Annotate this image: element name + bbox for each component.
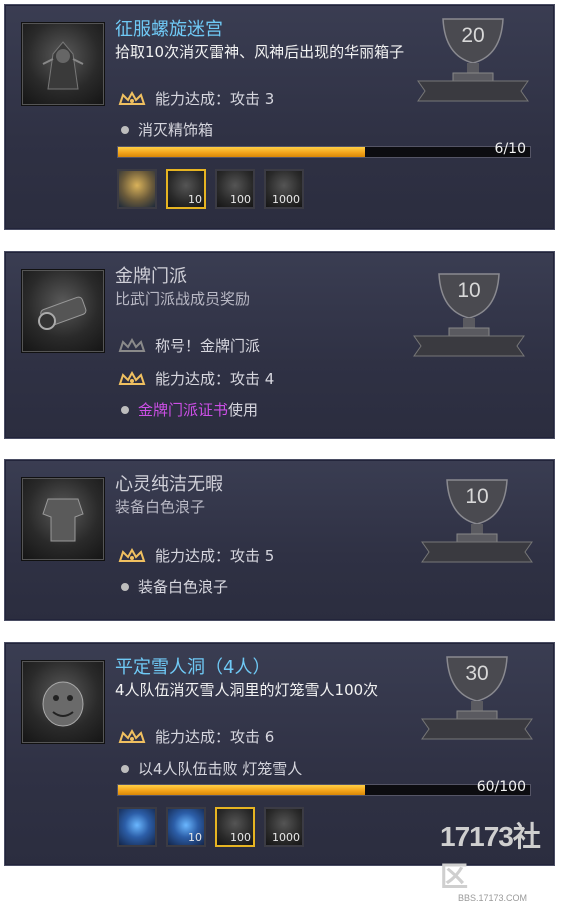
reward-tier-1[interactable] — [117, 169, 157, 209]
progress-bar: 60/100 — [117, 779, 531, 796]
item-link[interactable]: 金牌门派证书 — [138, 400, 228, 420]
achievement-card[interactable]: 金牌门派 比武门派战成员奖励 称号！金牌门派 能力达成：攻击 4 金牌门派证书 … — [4, 251, 555, 439]
trophy-badge: 20 — [413, 11, 533, 106]
trophy-points: 30 — [465, 662, 489, 685]
ability-row: 能力达成：攻击 3 — [117, 89, 274, 109]
achievement-title: 平定雪人洞（4人） — [115, 657, 271, 678]
ability-row: 能力达成：攻击 5 — [117, 546, 274, 566]
reward-tier-1000[interactable]: 1000 — [264, 807, 304, 847]
yeti-portrait-icon — [42, 681, 84, 727]
condition-row: 金牌门派证书 使用 — [117, 400, 258, 420]
crown-icon — [118, 729, 146, 743]
reward-tier-10[interactable]: 10 — [166, 807, 206, 847]
ability-row: 能力达成：攻击 4 — [117, 369, 274, 389]
achievement-portrait — [21, 22, 105, 106]
achievement-description: 比武门派战成员奖励 — [115, 290, 251, 308]
reward-tiers: 10 100 1000 — [117, 807, 304, 847]
scroll-portrait-icon — [38, 296, 87, 330]
condition-row: 装备白色浪子 — [117, 577, 228, 597]
grey-crown-icon — [118, 338, 146, 352]
condition-text: 装备白色浪子 — [138, 578, 229, 596]
reward-tier-1000[interactable]: 1000 — [264, 169, 304, 209]
watermark-url: BBS.17173.COM — [458, 893, 528, 903]
reward-tier-100[interactable]: 100 — [215, 169, 255, 209]
bullet-icon — [121, 765, 129, 773]
site-watermark: 17173社区 BBS.17173.COM — [440, 815, 565, 903]
ability-row: 能力达成：攻击 6 — [117, 727, 274, 747]
condition-suffix: 使用 — [228, 401, 259, 419]
bullet-icon — [121, 406, 129, 414]
reward-tiers: 10 100 1000 — [117, 169, 304, 209]
achievement-description: 拾取10次消灭雷神、风神后出现的华丽箱子 — [115, 43, 405, 61]
progress-fill — [118, 147, 366, 157]
armor-portrait-icon — [42, 498, 84, 542]
title-reward-row: 称号！金牌门派 — [117, 336, 260, 356]
reward-tier-1[interactable] — [117, 807, 157, 847]
achievement-card[interactable]: 心灵纯洁无暇 装备白色浪子 能力达成：攻击 5 装备白色浪子 10 — [4, 459, 555, 621]
trophy-badge: 10 — [409, 266, 529, 361]
achievement-portrait — [21, 477, 105, 561]
trophy-points: 10 — [457, 279, 481, 302]
achievement-title: 征服螺旋迷宫 — [115, 19, 223, 40]
condition-text: 消灭精饰箱 — [138, 121, 214, 139]
warrior-portrait-icon — [42, 41, 84, 90]
bullet-icon — [121, 126, 129, 134]
progress-fill — [118, 785, 366, 795]
trophy-badge: 30 — [417, 649, 537, 744]
crown-icon — [118, 548, 146, 562]
progress-text: 6/10 — [494, 141, 526, 157]
achievement-portrait — [21, 660, 105, 744]
condition-row: 消灭精饰箱 — [117, 120, 213, 140]
trophy-points: 20 — [461, 24, 485, 47]
reward-tier-10[interactable]: 10 — [166, 169, 206, 209]
achievement-title: 心灵纯洁无暇 — [115, 474, 223, 495]
achievement-description: 4人队伍消灭雪人洞里的灯笼雪人100次 — [115, 681, 379, 699]
ability-text: 能力达成：攻击 6 — [155, 728, 275, 746]
crown-icon — [118, 91, 146, 105]
trophy-points: 10 — [465, 485, 489, 508]
ability-text: 能力达成：攻击 3 — [155, 90, 275, 108]
bullet-icon — [121, 583, 129, 591]
condition-row: 以4人队伍击败 灯笼雪人 — [117, 759, 302, 779]
achievement-portrait — [21, 269, 105, 353]
ability-text: 能力达成：攻击 5 — [155, 547, 275, 565]
crown-icon — [118, 371, 146, 385]
trophy-badge: 10 — [417, 472, 537, 567]
condition-text: 以4人队伍击败 灯笼雪人 — [138, 760, 303, 778]
achievement-description: 装备白色浪子 — [115, 498, 206, 516]
watermark-logo: 17173社区 — [440, 821, 541, 892]
progress-text: 60/100 — [476, 779, 526, 795]
ability-text: 能力达成：攻击 4 — [155, 370, 275, 388]
achievement-card[interactable]: 征服螺旋迷宫 拾取10次消灭雷神、风神后出现的华丽箱子 能力达成：攻击 3 消灭… — [4, 4, 555, 230]
title-reward-text: 称号！金牌门派 — [155, 337, 261, 355]
reward-tier-100[interactable]: 100 — [215, 807, 255, 847]
progress-bar: 6/10 — [117, 141, 531, 158]
achievement-title: 金牌门派 — [115, 266, 187, 287]
